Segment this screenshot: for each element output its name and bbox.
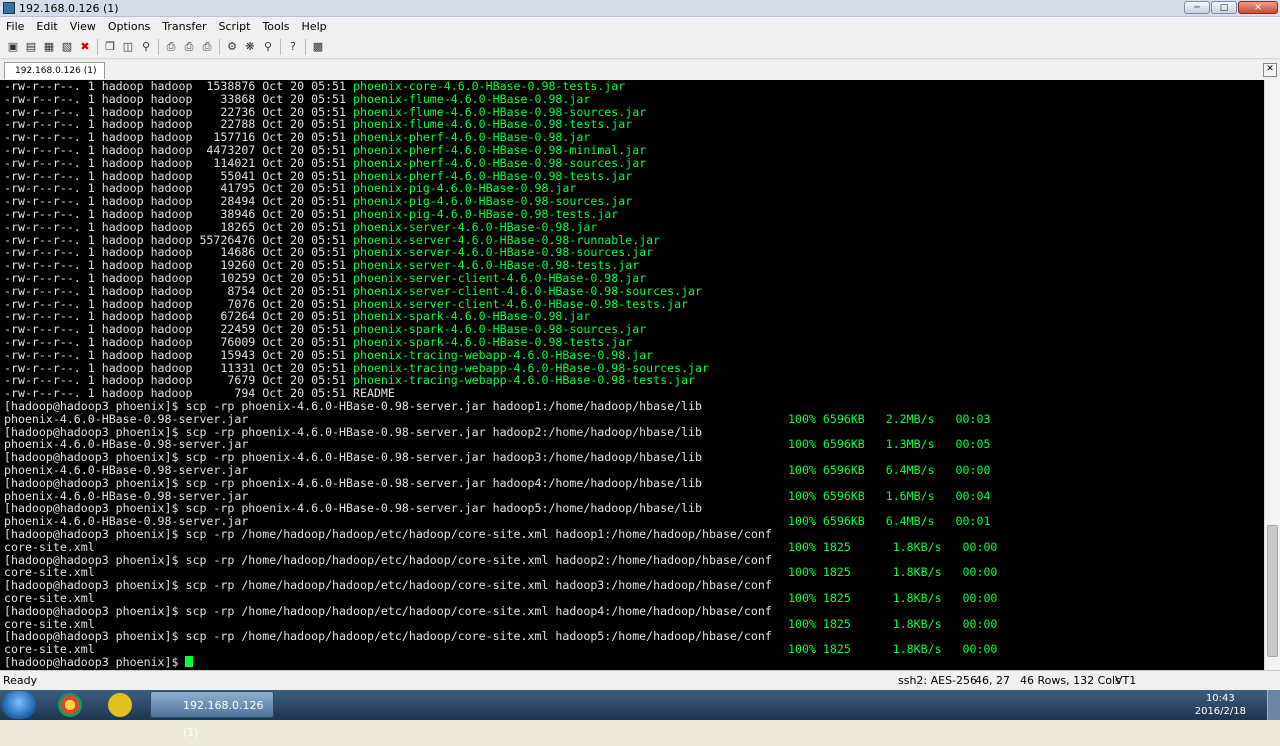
- status-terminal-type: VT1: [1115, 674, 1137, 687]
- global-options-icon[interactable]: ❋: [242, 39, 258, 55]
- find-icon[interactable]: ⚲: [138, 39, 154, 55]
- taskbar: 192.168.0.126 (1) 10:43 2016/2/18: [0, 690, 1280, 739]
- toolbar-separator: [158, 38, 159, 55]
- transfer-progress: 100% 1825 1.8KB/s 00:00: [788, 642, 998, 657]
- menu-view[interactable]: View: [64, 20, 102, 33]
- toolbar: ▣ ▤ ▦ ▧ ✖ ❐ ◫ ⚲ ⎙ ⎙ ⎙ ⚙ ❋ ⚲ ? ▩: [0, 35, 1280, 59]
- transfer-progress: 100% 6596KB 1.3MB/s 00:05: [788, 437, 991, 452]
- terminal-scrollbar[interactable]: [1264, 80, 1280, 670]
- transfer-progress: 100% 6596KB 2.2MB/s 00:03: [788, 411, 991, 426]
- status-bar: Ready ssh2: AES-256 46, 27 46 Rows, 132 …: [0, 670, 1280, 691]
- status-cipher: ssh2: AES-256: [898, 674, 978, 687]
- menu-script[interactable]: Script: [213, 20, 257, 33]
- close-button[interactable]: ✕: [1238, 1, 1278, 14]
- toolbar-separator: [280, 38, 281, 55]
- menu-options[interactable]: Options: [102, 20, 156, 33]
- connect-in-tab-icon[interactable]: ▦: [41, 39, 57, 55]
- command-line: [hadoop@hadoop3 phoenix]$ scp -rp /home/…: [4, 527, 772, 541]
- window-title: 192.168.0.126 (1): [19, 1, 119, 15]
- help-icon[interactable]: ?: [285, 39, 301, 55]
- sftp-icon[interactable]: ▩: [310, 39, 326, 55]
- session-tab-label: 192.168.0.126 (1): [15, 66, 97, 76]
- taskbar-item-label: 192.168.0.126 (1): [183, 699, 264, 739]
- clock[interactable]: 10:43 2016/2/18: [1195, 692, 1246, 718]
- printer-icon[interactable]: ⎙: [199, 39, 215, 55]
- transfer-progress: 100% 1825 1.8KB/s 00:00: [788, 539, 998, 554]
- command-line: [hadoop@hadoop3 phoenix]$ scp -rp /home/…: [4, 578, 772, 593]
- browser-icon[interactable]: [108, 693, 132, 717]
- connect-icon[interactable]: ▣: [5, 39, 21, 55]
- taskbar-item-securecrt[interactable]: 192.168.0.126 (1): [150, 691, 274, 739]
- scrollbar-thumb[interactable]: [1267, 525, 1278, 657]
- status-cursor-position: 46, 27: [975, 674, 1010, 687]
- maximize-button[interactable]: □: [1211, 1, 1237, 14]
- menu-file[interactable]: File: [0, 20, 30, 33]
- menu-transfer[interactable]: Transfer: [156, 20, 212, 33]
- command-line: [hadoop@hadoop3 phoenix]$ scp -rp /home/…: [4, 552, 772, 567]
- terminal-cursor: [185, 656, 194, 667]
- menu-bar: File Edit View Options Transfer Script T…: [0, 17, 1280, 35]
- copy-icon[interactable]: ❐: [102, 39, 118, 55]
- disconnect-icon[interactable]: ✖: [77, 39, 93, 55]
- chrome-icon[interactable]: [58, 693, 82, 717]
- status-ready: Ready: [3, 674, 38, 687]
- paste-icon[interactable]: ◫: [120, 39, 136, 55]
- command-prompt: [hadoop@hadoop3 phoenix]$: [4, 656, 194, 669]
- transfer-progress: 100% 6596KB 6.4MB/s 00:01: [788, 514, 991, 529]
- toolbar-separator: [305, 38, 306, 55]
- command-line: [hadoop@hadoop3 phoenix]$ scp -rp /home/…: [4, 629, 772, 644]
- toolbar-separator: [219, 38, 220, 55]
- clock-date: 2016/2/18: [1194, 706, 1246, 717]
- transfer-progress: 100% 6596KB 1.6MB/s 00:04: [788, 488, 991, 503]
- print-screen-icon[interactable]: ⎙: [181, 39, 197, 55]
- clock-time: 10:43: [1205, 693, 1235, 704]
- transfer-progress: 100% 1825 1.8KB/s 00:00: [788, 591, 998, 605]
- menu-edit[interactable]: Edit: [30, 20, 63, 33]
- keymap-icon[interactable]: ⚲: [260, 39, 276, 55]
- tab-close-icon[interactable]: ✕: [1263, 63, 1277, 77]
- menu-tools[interactable]: Tools: [256, 20, 295, 33]
- transfer-progress: 100% 6596KB 6.4MB/s 00:00: [788, 463, 991, 477]
- session-tab-bar: 192.168.0.126 (1) ✕: [0, 60, 1280, 81]
- window-titlebar: 192.168.0.126 (1) ─ □ ✕: [0, 0, 1280, 17]
- transfer-progress: 100% 1825 1.8KB/s 00:00: [788, 565, 998, 580]
- minimize-button[interactable]: ─: [1184, 1, 1210, 14]
- command-line: [hadoop@hadoop3 phoenix]$ scp -rp /home/…: [4, 603, 772, 618]
- securecrt-app-icon: [3, 2, 15, 14]
- show-desktop-button[interactable]: [1267, 690, 1280, 720]
- session-tab[interactable]: 192.168.0.126 (1): [4, 62, 106, 79]
- session-options-icon[interactable]: ⚙: [224, 39, 240, 55]
- quick-connect-icon[interactable]: ▤: [23, 39, 39, 55]
- start-button[interactable]: [2, 691, 36, 719]
- menu-help[interactable]: Help: [296, 20, 333, 33]
- print-icon[interactable]: ⎙: [163, 39, 179, 55]
- reconnect-icon[interactable]: ▧: [59, 39, 75, 55]
- toolbar-separator: [97, 38, 98, 55]
- status-terminal-size: 46 Rows, 132 Cols: [1020, 674, 1121, 687]
- transfer-progress: 100% 1825 1.8KB/s 00:00: [788, 616, 998, 631]
- terminal-output[interactable]: -rw-r--r--. 1 hadoop hadoop 1538876 Oct …: [0, 80, 1265, 670]
